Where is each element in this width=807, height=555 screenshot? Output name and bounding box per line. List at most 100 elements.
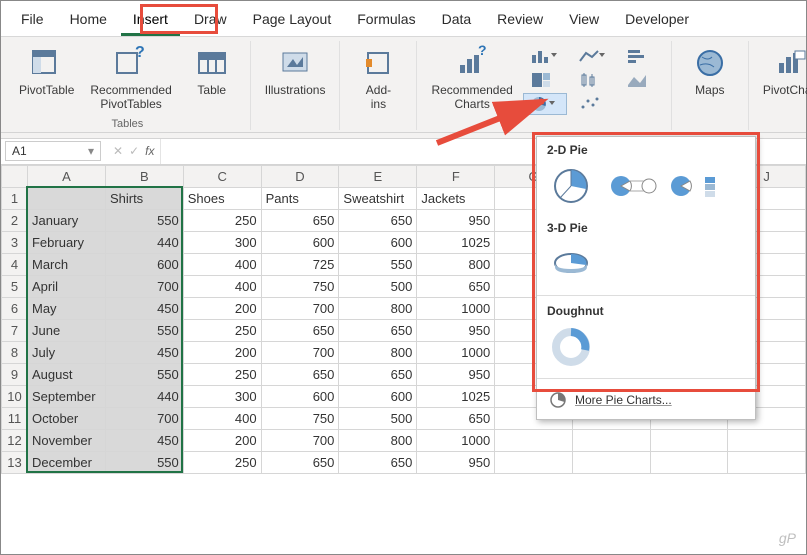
cell-C6[interactable]: 200 (183, 297, 261, 319)
cell-B9[interactable]: 550 (105, 363, 183, 385)
cell-B8[interactable]: 450 (105, 341, 183, 363)
cell-D10[interactable]: 600 (261, 385, 339, 407)
cell-E3[interactable]: 600 (339, 231, 417, 253)
cell-E1[interactable]: Sweatshirt (339, 187, 417, 209)
cell-F1[interactable]: Jackets (417, 187, 495, 209)
cell-E2[interactable]: 650 (339, 209, 417, 231)
cell-G13[interactable] (495, 451, 573, 473)
cell-F9[interactable]: 950 (417, 363, 495, 385)
cell-B1[interactable]: Shirts (105, 187, 183, 209)
cell-D8[interactable]: 700 (261, 341, 339, 363)
cell-E13[interactable]: 650 (339, 451, 417, 473)
cell-E11[interactable]: 500 (339, 407, 417, 429)
tab-view[interactable]: View (557, 7, 611, 36)
tab-review[interactable]: Review (485, 7, 555, 36)
cell-D11[interactable]: 750 (261, 407, 339, 429)
cell-A7[interactable]: June (27, 319, 105, 341)
bar-of-pie-option[interactable] (669, 167, 717, 205)
cell-F8[interactable]: 1000 (417, 341, 495, 363)
cell-F3[interactable]: 1025 (417, 231, 495, 253)
table-button[interactable]: Table (180, 41, 244, 116)
cell-A9[interactable]: August (27, 363, 105, 385)
tab-developer[interactable]: Developer (613, 7, 701, 36)
cell-B5[interactable]: 700 (105, 275, 183, 297)
cell-A5[interactable]: April (27, 275, 105, 297)
cell-C3[interactable]: 300 (183, 231, 261, 253)
pivotchart-button[interactable]: PivotChart (755, 41, 807, 101)
cell-C10[interactable]: 300 (183, 385, 261, 407)
cell-D6[interactable]: 700 (261, 297, 339, 319)
tab-data[interactable]: Data (430, 7, 484, 36)
cell-D2[interactable]: 650 (261, 209, 339, 231)
cell-A12[interactable]: November (27, 429, 105, 451)
pie-3d-option[interactable] (549, 245, 597, 283)
cell-F2[interactable]: 950 (417, 209, 495, 231)
cell-D5[interactable]: 750 (261, 275, 339, 297)
tab-draw[interactable]: Draw (182, 7, 239, 36)
cell-F7[interactable]: 950 (417, 319, 495, 341)
cell-D9[interactable]: 650 (261, 363, 339, 385)
row-header-3[interactable]: 3 (2, 231, 28, 253)
cell-F13[interactable]: 950 (417, 451, 495, 473)
cell-C1[interactable]: Shoes (183, 187, 261, 209)
doughnut-option[interactable] (549, 328, 597, 366)
tab-pagelayout[interactable]: Page Layout (241, 7, 344, 36)
cell-A10[interactable]: September (27, 385, 105, 407)
name-box[interactable]: A1▾ (5, 141, 101, 161)
recommended-charts-button[interactable]: ? Recommended Charts (423, 41, 520, 119)
treemap-chart-dropdown[interactable] (523, 69, 567, 91)
row-header-2[interactable]: 2 (2, 209, 28, 231)
bar-chart-dropdown[interactable] (619, 45, 663, 67)
more-pie-charts-option[interactable]: More Pie Charts... (537, 381, 755, 419)
column-chart-dropdown[interactable] (523, 45, 567, 67)
row-header-1[interactable]: 1 (2, 187, 28, 209)
row-header-4[interactable]: 4 (2, 253, 28, 275)
cell-C5[interactable]: 400 (183, 275, 261, 297)
cell-B10[interactable]: 440 (105, 385, 183, 407)
cell-A8[interactable]: July (27, 341, 105, 363)
line-chart-dropdown[interactable] (571, 45, 615, 67)
col-header-C[interactable]: C (183, 165, 261, 187)
cell-I13[interactable] (650, 451, 728, 473)
row-header-10[interactable]: 10 (2, 385, 28, 407)
cell-A1[interactable] (27, 187, 105, 209)
col-header-F[interactable]: F (417, 165, 495, 187)
cell-E5[interactable]: 500 (339, 275, 417, 297)
cell-D12[interactable]: 700 (261, 429, 339, 451)
cell-C13[interactable]: 250 (183, 451, 261, 473)
cell-A6[interactable]: May (27, 297, 105, 319)
cell-C12[interactable]: 200 (183, 429, 261, 451)
cell-J12[interactable] (728, 429, 806, 451)
cell-J13[interactable] (728, 451, 806, 473)
cell-B4[interactable]: 600 (105, 253, 183, 275)
cell-C11[interactable]: 400 (183, 407, 261, 429)
pivottable-button[interactable]: PivotTable (11, 41, 82, 116)
cell-F10[interactable]: 1025 (417, 385, 495, 407)
confirm-edit-icon[interactable]: ✓ (129, 144, 139, 158)
cell-E10[interactable]: 600 (339, 385, 417, 407)
cell-B3[interactable]: 440 (105, 231, 183, 253)
cell-F4[interactable]: 800 (417, 253, 495, 275)
cell-C4[interactable]: 400 (183, 253, 261, 275)
cell-F5[interactable]: 650 (417, 275, 495, 297)
cell-I12[interactable] (650, 429, 728, 451)
cell-H12[interactable] (572, 429, 650, 451)
cancel-edit-icon[interactable]: ✕ (113, 144, 123, 158)
row-header-13[interactable]: 13 (2, 451, 28, 473)
cell-E7[interactable]: 650 (339, 319, 417, 341)
cell-E8[interactable]: 800 (339, 341, 417, 363)
cell-D4[interactable]: 725 (261, 253, 339, 275)
cell-B6[interactable]: 450 (105, 297, 183, 319)
tab-home[interactable]: Home (58, 7, 119, 36)
pie-chart-dropdown[interactable] (523, 93, 567, 115)
cell-D3[interactable]: 600 (261, 231, 339, 253)
cell-D13[interactable]: 650 (261, 451, 339, 473)
illustrations-button[interactable]: Illustrations (257, 41, 334, 101)
fx-icon[interactable]: fx (145, 144, 154, 158)
col-header-E[interactable]: E (339, 165, 417, 187)
cell-B7[interactable]: 550 (105, 319, 183, 341)
maps-button[interactable]: Maps (678, 41, 742, 101)
recommended-pivottables-button[interactable]: ? Recommended PivotTables (82, 41, 179, 116)
cell-D7[interactable]: 650 (261, 319, 339, 341)
cell-C8[interactable]: 200 (183, 341, 261, 363)
